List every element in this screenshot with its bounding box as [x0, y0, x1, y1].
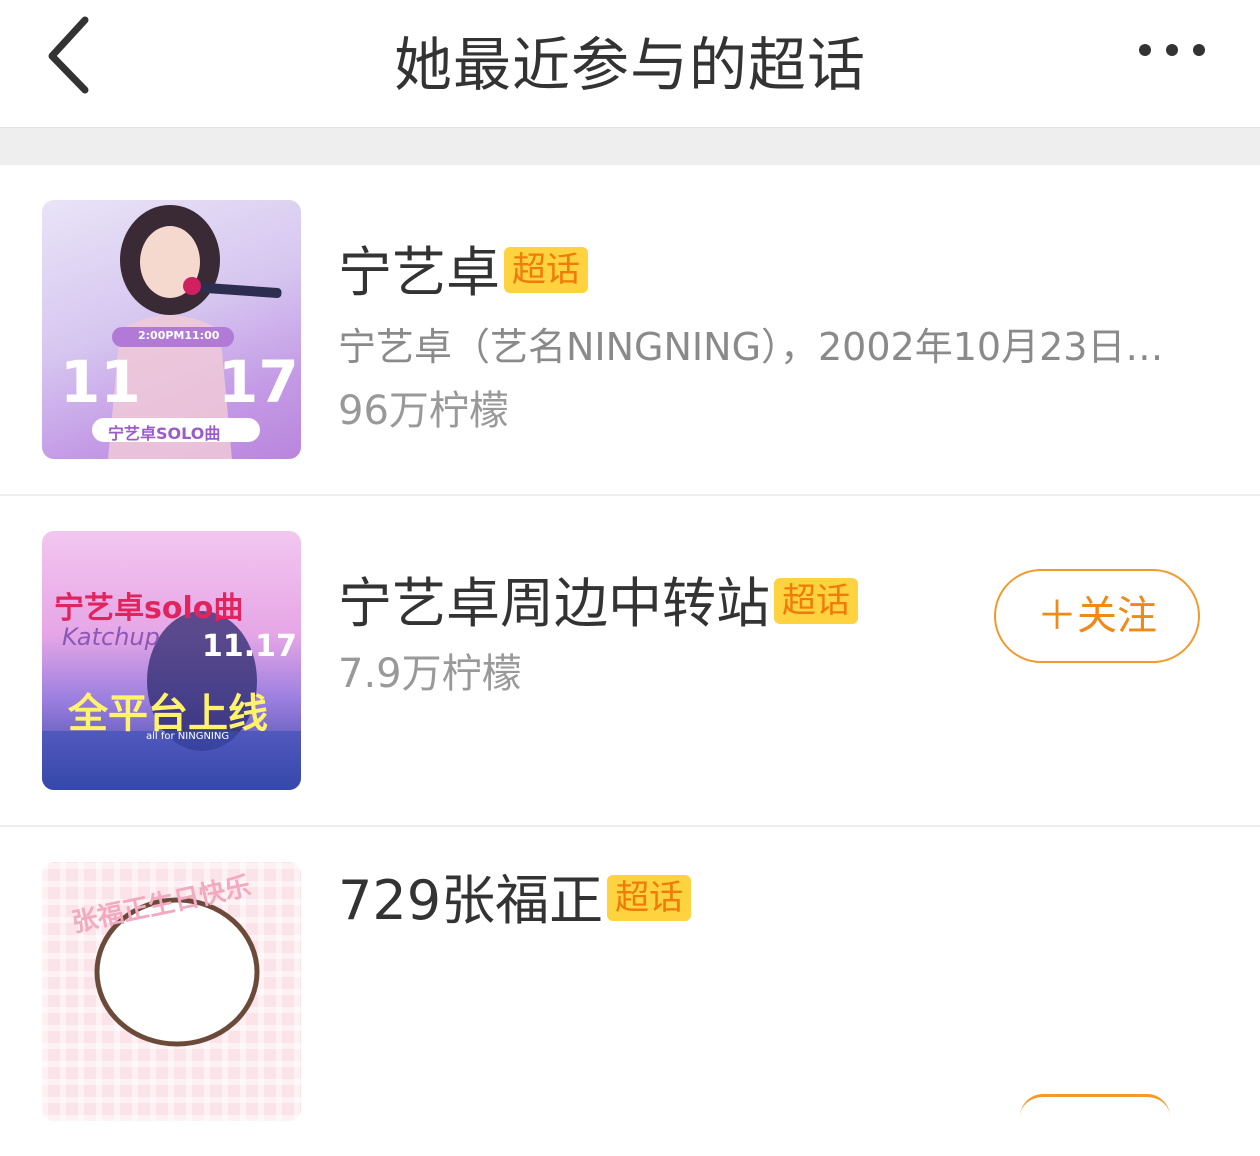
- follow-button-partial[interactable]: [1020, 1094, 1170, 1117]
- cover-script-text: Katchup: [62, 623, 160, 651]
- cover-small-text: all for NINGNING: [146, 731, 230, 742]
- topic-follower-count: 96万柠檬: [338, 388, 509, 434]
- topic-follower-count: 7.9万柠檬: [338, 651, 522, 697]
- topic-title: 宁艺卓 超话: [338, 228, 588, 307]
- topic-cover-image: 张福正生日快乐: [42, 862, 301, 1121]
- cover-banner-text: 宁艺卓SOLO曲: [108, 424, 221, 443]
- follow-button[interactable]: ＋关注: [994, 569, 1200, 663]
- cover-right-number: 17: [218, 348, 299, 416]
- topic-cover-image: 2:00PM11:00 11 17 宁艺卓SOLO曲: [42, 200, 301, 459]
- topic-title: 729张福正 超话: [338, 856, 692, 935]
- more-button[interactable]: [1130, 24, 1220, 78]
- topic-title: 宁艺卓周边中转站 超话: [338, 559, 858, 638]
- list-item[interactable]: 张福正生日快乐 729张福正 超话: [0, 826, 1260, 1156]
- list-item[interactable]: 宁艺卓solo曲 Katchup 11.17 全平台上线 all for NIN…: [0, 495, 1260, 827]
- top-bar: 她最近参与的超话: [0, 0, 1260, 127]
- cover-left-number: 11: [60, 348, 141, 416]
- topic-name: 宁艺卓周边中转站: [338, 572, 770, 635]
- topic-name: 宁艺卓: [338, 241, 500, 304]
- cover-top-text: 宁艺卓solo曲: [54, 591, 244, 626]
- topic-description: 宁艺卓（艺名NINGNING），2002年10月23日…: [338, 325, 1164, 369]
- super-topic-badge: 超话: [504, 247, 588, 293]
- list-item[interactable]: 2:00PM11:00 11 17 宁艺卓SOLO曲 宁艺卓 超话 宁艺卓（艺名N…: [0, 164, 1260, 496]
- more-dots-icon: [1139, 44, 1205, 56]
- section-divider: [0, 127, 1260, 165]
- page-title: 她最近参与的超话: [393, 31, 866, 99]
- cover-time-text: 2:00PM11:00: [138, 329, 220, 342]
- super-topic-badge: 超话: [774, 578, 858, 624]
- super-topic-badge: 超话: [607, 875, 692, 921]
- topic-cover-image: 宁艺卓solo曲 Katchup 11.17 全平台上线 all for NIN…: [42, 531, 301, 790]
- cover-date-text: 11.17: [202, 629, 297, 664]
- topic-name: 729张福正: [338, 869, 604, 932]
